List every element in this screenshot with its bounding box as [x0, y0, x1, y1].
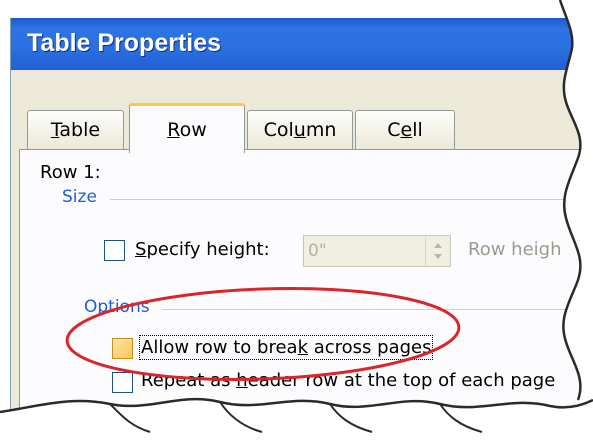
row-tab-panel: Row 1: Size Specify height: 0" Row heigh… — [19, 149, 593, 438]
height-spinner[interactable] — [425, 236, 450, 266]
title-bar[interactable]: Table Properties — [11, 18, 593, 70]
size-group-title: Size — [62, 187, 97, 207]
size-group-separator — [110, 199, 593, 200]
allow-break-label[interactable]: Allow row to break across pages — [138, 335, 434, 360]
repeat-header-checkbox[interactable] — [112, 372, 133, 393]
row-height-is-label: Row heigh — [468, 239, 562, 260]
table-properties-dialog: Table Properties Table Row Column Cell R… — [10, 18, 593, 438]
options-group-title: Options — [84, 297, 150, 317]
row-number-label: Row 1: — [40, 162, 101, 183]
tab-row[interactable]: Row — [129, 103, 245, 153]
tab-row-label: Row — [167, 118, 207, 141]
tab-column-label: Column — [263, 119, 337, 141]
allow-break-checkbox[interactable] — [112, 338, 133, 359]
repeat-header-label[interactable]: Repeat as header row at the top of each … — [141, 370, 555, 391]
tab-cell[interactable]: Cell — [355, 110, 455, 149]
dialog-title: Table Properties — [27, 29, 222, 57]
tab-strip: Table Row Column Cell — [11, 70, 593, 153]
tab-table-label: Table — [50, 119, 101, 141]
allow-break-text: Allow row to break across pages — [141, 337, 432, 358]
options-group-separator — [162, 309, 593, 310]
repeat-header-text: Repeat as header row at the top of each … — [141, 370, 556, 391]
specify-height-checkbox[interactable] — [104, 240, 125, 261]
tab-table[interactable]: Table — [27, 110, 124, 149]
specify-height-label[interactable]: Specify height: — [135, 239, 270, 260]
height-input-value: 0" — [308, 241, 327, 261]
height-input[interactable]: 0" — [303, 235, 451, 267]
spinner-arrows-icon — [434, 243, 442, 259]
tab-cell-label: Cell — [387, 119, 423, 141]
specify-height-text: Specify height: — [135, 239, 270, 260]
tab-column[interactable]: Column — [247, 110, 353, 149]
